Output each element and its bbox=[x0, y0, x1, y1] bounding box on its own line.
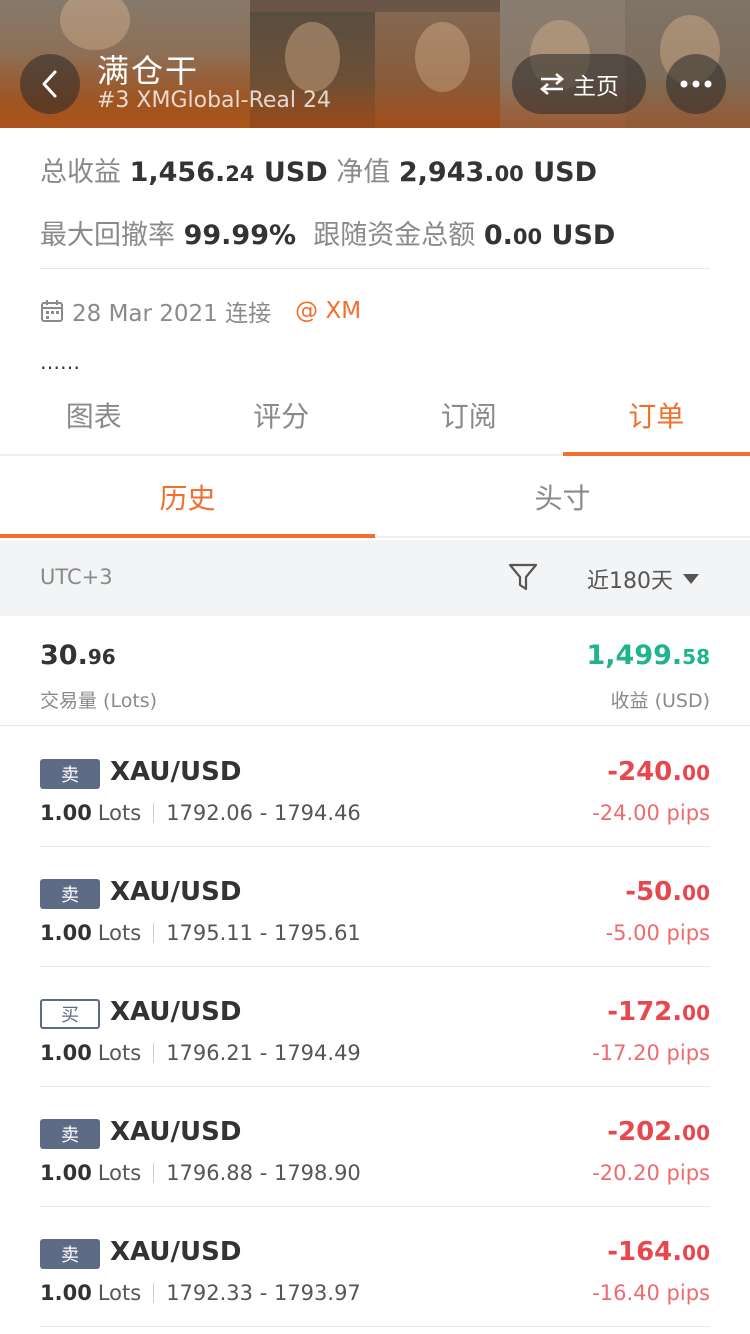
equity-label: 净值 bbox=[336, 157, 391, 188]
side-badge: 买 bbox=[40, 999, 100, 1029]
tab-rating[interactable]: 评分 bbox=[188, 376, 376, 454]
more-button[interactable] bbox=[666, 54, 726, 114]
order-lots: 1.00 bbox=[40, 1281, 92, 1305]
order-price-range: 1792.33 - 1793.97 bbox=[166, 1281, 361, 1305]
connection-date: 28 Mar 2021 连接 bbox=[72, 301, 272, 327]
separator bbox=[153, 1163, 155, 1183]
order-profit: -164.00 bbox=[607, 1237, 710, 1267]
equity-value: 2,943.00 USD bbox=[398, 157, 597, 188]
order-lots: 1.00 bbox=[40, 801, 92, 825]
order-subtabs: 历史 头寸 bbox=[0, 458, 750, 538]
tab-subscribe[interactable]: 订阅 bbox=[375, 376, 563, 454]
order-lots-unit: Lots bbox=[97, 1281, 142, 1305]
order-row[interactable]: 卖 XAU/USD 1.00 Lots 1796.88 - 1798.90 -20… bbox=[0, 1087, 750, 1207]
order-symbol: XAU/USD bbox=[110, 997, 242, 1027]
order-lots: 1.00 bbox=[40, 921, 92, 945]
total-history-profit: 1,499.58 bbox=[586, 640, 710, 671]
main-tabs: 图表 评分 订阅 订单 bbox=[0, 376, 750, 456]
order-profit: -50.00 bbox=[625, 877, 710, 907]
timezone-label: UTC+3 bbox=[40, 565, 113, 589]
max-drawdown-label: 最大回撤率 bbox=[40, 220, 175, 251]
page-title: 满仓干 bbox=[97, 52, 200, 90]
order-row[interactable]: 卖 XAU/USD 1.00 Lots 1795.11 - 1795.61 -50… bbox=[0, 847, 750, 967]
order-lots-unit: Lots bbox=[97, 921, 142, 945]
filter-bar: UTC+3 近180天 bbox=[0, 540, 750, 616]
total-lots-value: 30.96 bbox=[40, 640, 116, 671]
order-symbol: XAU/USD bbox=[110, 877, 242, 907]
account-subtitle: #3 XMGlobal-Real 24 bbox=[97, 88, 332, 113]
order-row[interactable]: 卖 XAU/USD 1.00 Lots 1792.33 - 1793.97 -16… bbox=[0, 1207, 750, 1327]
max-drawdown-value: 99.99% bbox=[183, 220, 297, 251]
separator bbox=[153, 1283, 155, 1303]
order-profit: -202.00 bbox=[607, 1117, 710, 1147]
side-badge: 卖 bbox=[40, 759, 100, 789]
total-profit-value: 1,456.24 USD bbox=[129, 157, 328, 188]
total-lots-label: 交易量 (Lots) bbox=[40, 690, 158, 712]
calendar-icon bbox=[41, 300, 63, 322]
profit-equity-line: 总收益 1,456.24 USD 净值 2,943.00 USD bbox=[40, 150, 597, 189]
order-pips: -17.20 pips bbox=[592, 1041, 710, 1065]
order-symbol: XAU/USD bbox=[110, 1237, 242, 1267]
broker-link[interactable]: @ XM bbox=[295, 298, 361, 324]
subtab-history[interactable]: 历史 bbox=[0, 458, 375, 538]
separator bbox=[153, 803, 155, 823]
order-price-range: 1796.21 - 1794.49 bbox=[166, 1041, 361, 1065]
order-lots-unit: Lots bbox=[97, 1041, 142, 1065]
order-detail: 1.00 Lots 1795.11 - 1795.61 bbox=[40, 921, 361, 945]
order-pips: -20.20 pips bbox=[592, 1161, 710, 1185]
side-badge: 卖 bbox=[40, 1119, 100, 1149]
profile-header: 满仓干 #3 XMGlobal-Real 24 主页 bbox=[0, 0, 750, 128]
order-symbol: XAU/USD bbox=[110, 1117, 242, 1147]
order-pips: -16.40 pips bbox=[592, 1281, 710, 1305]
order-pips: -5.00 pips bbox=[605, 921, 710, 945]
order-price-range: 1792.06 - 1794.46 bbox=[166, 801, 361, 825]
caret-down-icon bbox=[683, 574, 699, 584]
order-lots-unit: Lots bbox=[97, 801, 142, 825]
chevron-left-icon bbox=[42, 70, 57, 98]
order-detail: 1.00 Lots 1792.06 - 1794.46 bbox=[40, 801, 361, 825]
follow-total-label: 跟随资金总额 bbox=[313, 220, 476, 251]
order-price-range: 1796.88 - 1798.90 bbox=[166, 1161, 361, 1185]
more-dots-icon bbox=[680, 80, 712, 88]
side-badge: 卖 bbox=[40, 879, 100, 909]
order-row[interactable]: 买 XAU/USD 1.00 Lots 1796.21 - 1794.49 -17… bbox=[0, 967, 750, 1087]
back-button[interactable] bbox=[20, 54, 80, 114]
period-label: 近180天 bbox=[587, 569, 673, 594]
side-badge: 卖 bbox=[40, 1239, 100, 1269]
order-lots: 1.00 bbox=[40, 1041, 92, 1065]
order-detail: 1.00 Lots 1796.21 - 1794.49 bbox=[40, 1041, 361, 1065]
period-select[interactable]: 近180天 bbox=[587, 563, 699, 595]
order-detail: 1.00 Lots 1792.33 - 1793.97 bbox=[40, 1281, 361, 1305]
order-pips: -24.00 pips bbox=[592, 801, 710, 825]
drawdown-line: 最大回撤率 99.99% 跟随资金总额 0.00 USD bbox=[40, 213, 615, 252]
history-summary: 30.96 交易量 (Lots) 1,499.58 收益 (USD) bbox=[0, 616, 750, 726]
subtab-positions[interactable]: 头寸 bbox=[375, 458, 750, 536]
order-profit: -172.00 bbox=[607, 997, 710, 1027]
connection-line: 28 Mar 2021 连接 @ XM bbox=[40, 294, 361, 328]
tab-chart[interactable]: 图表 bbox=[0, 376, 188, 454]
separator bbox=[153, 1043, 155, 1063]
order-lots: 1.00 bbox=[40, 1161, 92, 1185]
home-button[interactable]: 主页 bbox=[512, 54, 646, 114]
order-lots-unit: Lots bbox=[97, 1161, 142, 1185]
order-row[interactable]: 卖 XAU/USD 1.00 Lots 1792.06 - 1794.46 -24… bbox=[0, 727, 750, 847]
home-button-label: 主页 bbox=[573, 74, 619, 100]
follow-total-value: 0.00 USD bbox=[483, 220, 616, 251]
total-profit-label: 总收益 bbox=[40, 157, 121, 188]
order-price-range: 1795.11 - 1795.61 bbox=[166, 921, 361, 945]
order-detail: 1.00 Lots 1796.88 - 1798.90 bbox=[40, 1161, 361, 1185]
order-symbol: XAU/USD bbox=[110, 757, 242, 787]
filter-icon[interactable] bbox=[508, 562, 538, 592]
separator bbox=[153, 923, 155, 943]
swap-icon bbox=[539, 73, 565, 95]
total-history-profit-label: 收益 (USD) bbox=[610, 690, 710, 712]
order-profit: -240.00 bbox=[607, 757, 710, 787]
divider bbox=[40, 268, 710, 269]
description-text[interactable]: …… bbox=[40, 350, 80, 374]
row-divider bbox=[40, 1326, 710, 1327]
tab-orders[interactable]: 订单 bbox=[562, 376, 750, 456]
